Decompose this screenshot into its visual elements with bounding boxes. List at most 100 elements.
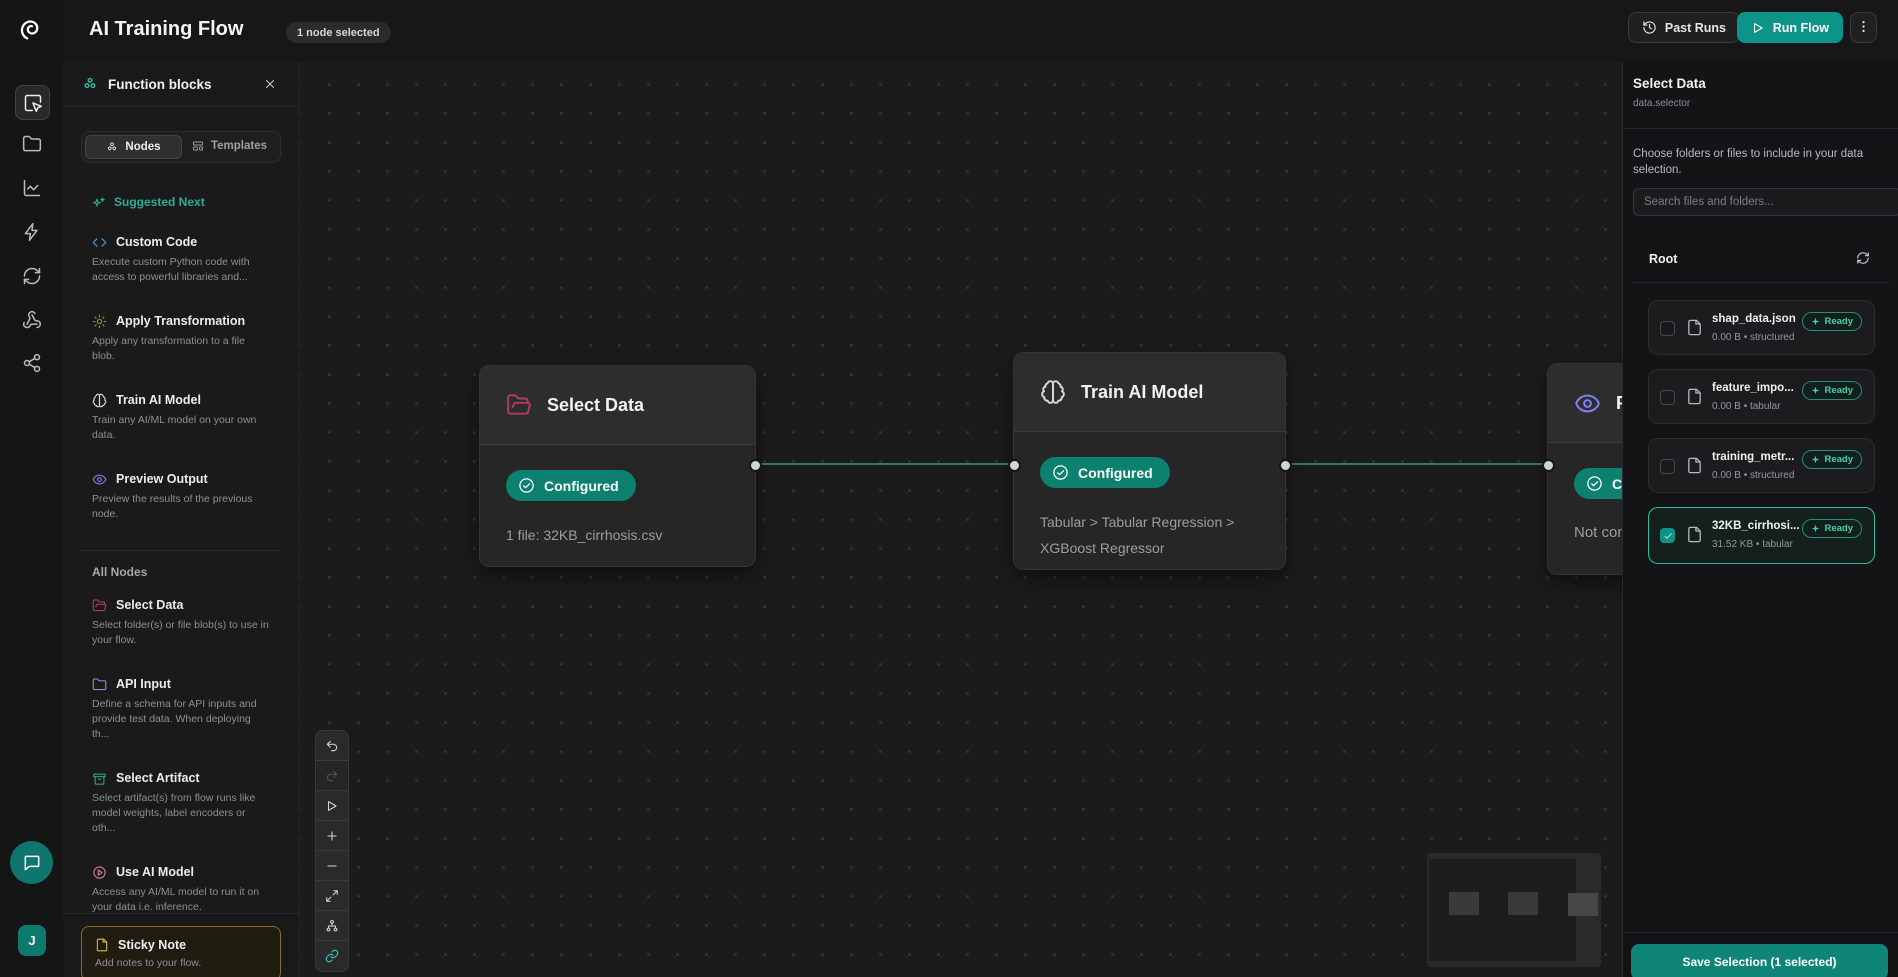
tab-nodes[interactable]: Nodes [85,135,182,159]
folder-open-icon [92,598,107,613]
run-flow-label: Run Flow [1773,21,1829,35]
run-flow-button[interactable]: Run Flow [1737,12,1843,43]
item-desc: Define a schema for API inputs and provi… [92,697,270,742]
file-name: feature_impo... [1712,382,1817,394]
item-title: Select Data [116,597,183,613]
link-mode-button[interactable] [316,941,348,971]
minimap[interactable] [1427,853,1601,967]
search-input[interactable] [1633,188,1898,216]
select-tool-button[interactable] [15,85,50,120]
function-blocks-header: Function blocks [63,62,299,107]
checkbox[interactable] [1660,390,1675,405]
user-avatar[interactable]: J [18,925,46,956]
node-item-use-ai-model[interactable]: Use AI Model Access any AI/ML model to r… [81,864,281,915]
code-icon [92,235,107,250]
undo-button[interactable] [316,731,348,761]
status-label: Configured [1078,465,1153,481]
divider [1623,128,1898,129]
all-nodes-header: All Nodes [81,565,281,579]
inspector-title: Select Data [1633,76,1706,91]
run-button[interactable] [316,791,348,821]
templates-tab-label: Templates [211,140,267,152]
node-item-custom-code[interactable]: Custom Code Execute custom Python code w… [81,234,281,285]
file-row-training-metrics[interactable]: training_metr... Ready 0.00 B • structur… [1648,438,1875,493]
past-runs-label: Past Runs [1665,21,1726,35]
zoom-out-button[interactable] [316,851,348,881]
status-badge: Configured [1040,457,1170,488]
item-title: Custom Code [116,234,197,250]
output-handle[interactable] [1279,459,1292,472]
item-title: Preview Output [116,471,208,487]
item-desc: Execute custom Python code with access t… [92,255,270,285]
checkbox[interactable] [1660,459,1675,474]
function-blocks-panel: Function blocks Nodes Templates Suggeste… [63,62,300,977]
edge-select-to-train [754,463,1013,465]
divider [1631,282,1890,283]
node-item-apply-transformation[interactable]: Apply Transformation Apply any transform… [81,313,281,364]
output-handle[interactable] [749,459,762,472]
auto-layout-button[interactable] [316,911,348,941]
node-detail: 1 file: 32KB_cirrhosis.csv [506,522,729,548]
item-title: Use AI Model [116,864,194,880]
check-circle-icon [518,477,535,494]
checkbox[interactable] [1660,321,1675,336]
file-row-shap-data[interactable]: shap_data.json Ready 0.00 B • structured [1648,300,1875,355]
panel-tab-bar: Nodes Templates [81,131,281,163]
status-label: Configured [544,478,619,494]
status-label: Configured [1612,476,1622,492]
canvas-node-train-ai-model[interactable]: Train AI Model Configured Tabular > Tabu… [1013,352,1286,570]
save-selection-button[interactable]: Save Selection (1 selected) [1631,944,1888,977]
share-nav-button[interactable] [15,346,48,379]
analytics-nav-button[interactable] [15,171,48,204]
sparkle-icon [1811,524,1820,533]
ready-badge: Ready [1802,450,1862,469]
file-name: 32KB_cirrhosi... [1712,520,1817,532]
more-options-button[interactable] [1850,12,1877,43]
past-runs-button[interactable]: Past Runs [1628,12,1740,43]
sticky-note-desc: Add notes to your flow. [95,957,267,969]
zoom-in-button[interactable] [316,821,348,851]
icon-rail: J [0,0,63,977]
node-item-train-ai-model[interactable]: Train AI Model Train any AI/ML model on … [81,392,281,443]
ready-badge: Ready [1802,519,1862,538]
file-row-feature-importance[interactable]: feature_impo... Ready 0.00 B • tabular [1648,369,1875,424]
item-title: Select Artifact [116,770,200,786]
close-icon[interactable] [263,77,277,91]
ready-badge: Ready [1802,381,1862,400]
webhook-nav-button[interactable] [15,303,48,336]
node-item-select-data[interactable]: Select Data Select folder(s) or file blo… [81,597,281,648]
item-title: Train AI Model [116,392,201,408]
check-circle-icon [1052,464,1069,481]
actions-nav-button[interactable] [15,215,48,248]
canvas-node-preview-output[interactable]: Preview Output Configured Not configured [1547,363,1622,575]
templates-tab-icon [192,140,204,152]
canvas-node-select-data[interactable]: Select Data Configured 1 file: 32KB_cirr… [479,365,756,567]
file-meta: 31.52 KB • tabular [1712,539,1793,550]
fit-view-button[interactable] [316,881,348,911]
redo-button[interactable] [316,761,348,791]
file-meta: 0.00 B • structured [1712,470,1794,481]
node-item-preview-output[interactable]: Preview Output Preview the results of th… [81,471,281,522]
sticky-note-item[interactable]: Sticky Note Add notes to your flow. [81,926,281,977]
inspector-description: Choose folders or files to include in yo… [1633,146,1881,178]
refresh-icon[interactable] [1856,251,1870,265]
flow-canvas[interactable]: Select Data Configured 1 file: 32KB_cirr… [301,62,1622,977]
checkbox-checked[interactable] [1660,528,1675,543]
top-bar: AI Training Flow 1 node selected Past Ru… [63,0,1898,62]
input-handle[interactable] [1542,459,1555,472]
item-desc: Apply any transformation to a file blob. [92,334,270,364]
node-item-select-artifact[interactable]: Select Artifact Select artifact(s) from … [81,770,281,836]
input-handle[interactable] [1008,459,1021,472]
files-nav-button[interactable] [15,127,48,160]
sticky-note-title: Sticky Note [118,938,186,952]
tab-templates[interactable]: Templates [182,135,277,157]
node-title: Train AI Model [1081,382,1203,403]
sync-nav-button[interactable] [15,259,48,292]
chat-support-button[interactable] [10,841,53,884]
sparkle-icon [1811,455,1820,464]
node-item-api-input[interactable]: API Input Define a schema for API inputs… [81,676,281,742]
item-desc: Train any AI/ML model on your own data. [92,413,270,443]
file-row-32kb-cirrhosis[interactable]: 32KB_cirrhosi... Ready 31.52 KB • tabula… [1648,507,1875,564]
kebab-icon [1856,19,1871,37]
sparkles-icon [92,195,106,209]
